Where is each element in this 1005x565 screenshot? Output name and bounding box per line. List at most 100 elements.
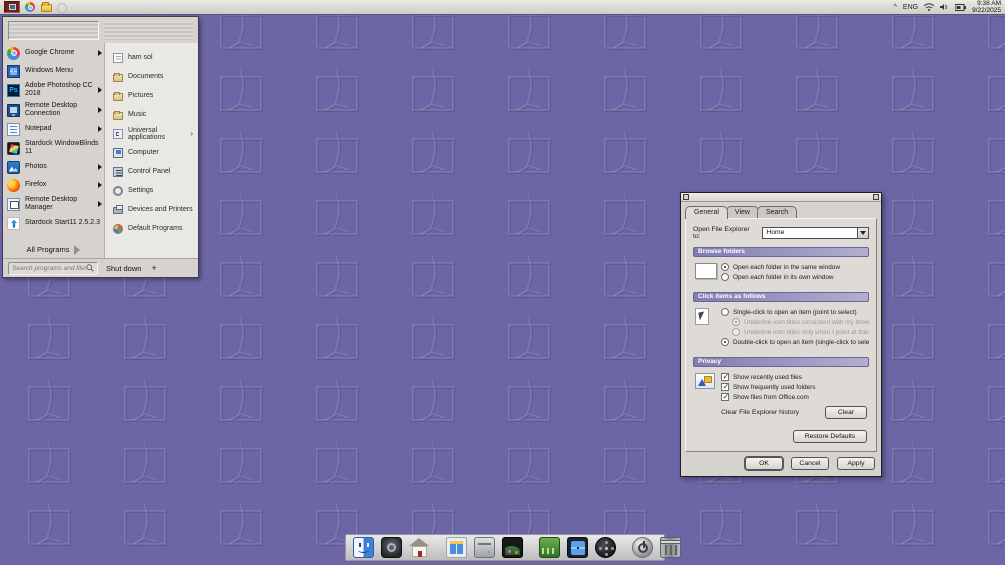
remote-desktop-icon [7,104,20,117]
option-show-recent-files[interactable]: Show recently used files [721,373,869,381]
remote-desktop-manager-icon [7,198,20,211]
clear-button[interactable]: Clear [825,406,867,419]
taskbar-chrome-button[interactable] [25,2,36,12]
start-button[interactable] [4,1,20,13]
firefox-icon [7,179,20,192]
ok-button[interactable]: OK [745,457,783,470]
radio-single-click[interactable] [721,308,729,316]
tab-search[interactable]: Search [757,206,797,218]
folder-icon [41,4,52,12]
chrome-icon [7,47,20,60]
start-place-control-panel[interactable]: Control Panel [105,162,198,181]
tab-view[interactable]: View [726,206,759,218]
start-item-photoshop[interactable]: Adobe Photoshop CC 2018 [3,80,104,100]
dock-power-icon[interactable] [632,537,653,558]
start-menu-pinned-list: Google Chrome Windows Menu Adobe Photosh… [3,43,104,258]
dropdown-arrow-button[interactable] [857,228,868,238]
option-double-click[interactable]: Double-click to open an item (single-cli… [721,338,869,346]
language-indicator[interactable]: ENG [903,4,918,11]
start-item-windows-menu[interactable]: Windows Menu [3,62,104,80]
taskbar-explorer-button[interactable] [41,2,52,12]
start-item-firefox[interactable]: Firefox [3,176,104,194]
start-place-music[interactable]: Music [105,105,198,124]
shutdown-options-button[interactable]: + [151,263,156,273]
dock-nature-icon[interactable] [539,537,560,558]
radio-own-window[interactable] [721,273,729,281]
option-show-frequent-folders[interactable]: Show frequently used folders [721,383,869,391]
start-place-default-programs[interactable]: Default Programs [105,219,198,238]
start-item-notepad[interactable]: Notepad [3,120,104,138]
dialog-titlebar[interactable] [681,193,881,202]
dock-tiles-icon[interactable] [567,537,588,558]
printer-icon [113,207,123,214]
dock-finder-icon[interactable] [353,537,374,558]
start-menu-header-right-box [104,21,193,40]
dock-system-icon[interactable] [381,537,402,558]
start-place-devices-printers[interactable]: Devices and Printers [105,200,198,219]
cancel-button[interactable]: Cancel [791,457,829,470]
dialog-action-buttons: OK Cancel Apply [681,452,881,476]
dock-home-icon[interactable] [409,537,430,558]
dialog-close-button[interactable] [873,194,879,200]
default-programs-icon [113,224,123,234]
submenu-arrow-icon [98,50,102,56]
dock-reel-icon[interactable] [595,537,616,558]
control-panel-icon [113,167,123,177]
start-item-google-chrome[interactable]: Google Chrome [3,44,104,62]
all-programs-button[interactable]: All Programs [3,241,104,258]
start-item-remote-desktop-connection[interactable]: Remote Desktop Connection [3,100,104,120]
dock-trash-icon[interactable] [660,537,681,558]
music-icon [113,112,123,120]
radio-same-window[interactable] [721,263,729,271]
dialog-tabs: General View Search [681,202,881,218]
search-input[interactable] [12,265,86,272]
dock-pictures-icon[interactable] [502,537,523,558]
shutdown-button[interactable]: Shut down [106,264,141,273]
browse-folders-group: Browse folders Open each folder in the s… [693,247,869,285]
wifi-icon[interactable] [924,3,934,11]
checkbox-frequent-folders[interactable] [721,383,729,391]
click-items-header: Click items as follows [693,292,869,302]
dialog-system-menu-button[interactable] [683,194,689,200]
windows-menu-icon [7,65,20,78]
option-show-office-files[interactable]: Show files from Office.com [721,393,869,401]
browse-folders-icon-col [695,261,721,283]
start-place-pictures[interactable]: Pictures [105,86,198,105]
radio-double-click[interactable] [721,338,729,346]
search-box[interactable] [8,262,98,275]
start-item-remote-desktop-manager[interactable]: Remote Desktop Manager [3,194,104,214]
start-place-documents[interactable]: Documents [105,67,198,86]
start-place-settings[interactable]: Settings [105,181,198,200]
gear-icon [113,186,123,196]
tray-expand-button[interactable]: ^ [894,4,897,11]
start-place-computer[interactable]: Computer [105,143,198,162]
battery-icon[interactable] [955,4,966,11]
open-file-explorer-row: Open File Explorer to: Home [693,226,869,240]
checkbox-office-files[interactable] [721,393,729,401]
checkbox-recent-files[interactable] [721,373,729,381]
start-item-photos[interactable]: Photos [3,158,104,176]
tab-general[interactable]: General [685,206,728,219]
all-programs-arrow-icon [74,245,80,255]
radio-underline-point [732,328,740,336]
start-item-windowblinds[interactable]: Stardock WindowBlinds 11 [3,138,104,158]
open-to-dropdown[interactable]: Home [762,227,869,239]
photos-icon [7,161,20,174]
option-single-click[interactable]: Single-click to open an item (point to s… [721,308,869,316]
apply-button[interactable]: Apply [837,457,875,470]
start-item-start11[interactable]: Stardock Start11 2.5.2.3 [3,214,104,232]
desktop: ^ ENG 9:38 AM 9/22/2025 [0,0,1005,565]
taskbar-faded-app-button[interactable] [57,2,68,12]
option-own-window[interactable]: Open each folder in its own window [721,273,869,281]
start-place-user-folder[interactable]: ham sol [105,48,198,67]
browse-folders-header: Browse folders [693,247,869,257]
taskbar-clock[interactable]: 9:38 AM 9/22/2025 [972,0,1001,14]
faded-app-icon [57,3,67,13]
option-same-window[interactable]: Open each folder in the same window [721,263,869,271]
dock-windows-icon[interactable] [446,537,467,558]
home-roof [409,538,429,546]
volume-icon[interactable] [940,3,949,11]
restore-defaults-button[interactable]: Restore Defaults [793,430,867,443]
dock-hard-drive-icon[interactable] [474,537,495,558]
start-place-universal-applications[interactable]: Universal applications › [105,124,198,143]
